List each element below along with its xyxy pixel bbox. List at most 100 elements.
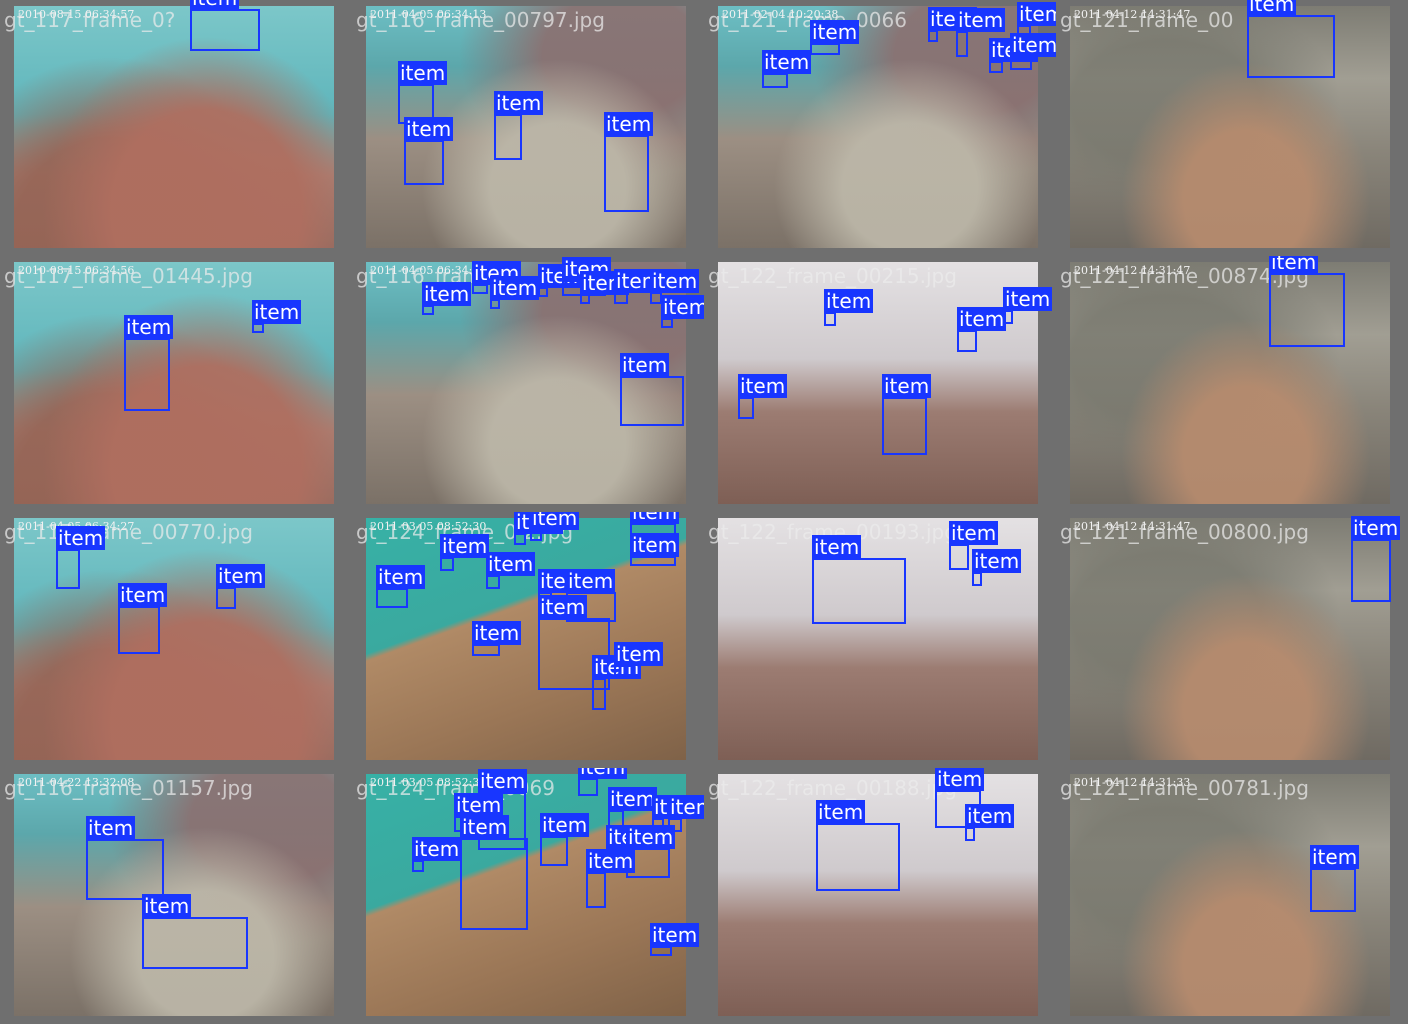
detection-label: item: [538, 595, 588, 619]
detection-label: item: [398, 61, 448, 85]
detection-box: item: [650, 923, 700, 956]
detection-box: item: [412, 837, 462, 872]
detection-label: item: [604, 112, 654, 136]
detection-label: item: [1351, 516, 1401, 540]
image-tile: gt_122_frame_00188.jpg item item item: [704, 768, 1056, 1024]
image-tile: 2011-03-05 08:52:30 gt_124_frame_0 2.jpg…: [352, 512, 704, 768]
detection-box: item: [1247, 0, 1335, 78]
detection-label: item: [142, 894, 192, 918]
detection-label: item: [540, 813, 590, 837]
detection-box: item: [530, 512, 580, 541]
detection-label: item: [472, 621, 522, 645]
image-tile: 2011-04-05 06:34:27 gt_117_frame_00770.j…: [0, 512, 352, 768]
detection-box: item: [1003, 287, 1053, 324]
detection-label: item: [1010, 33, 1056, 57]
detection-label: item: [586, 849, 636, 873]
detection-box: item: [472, 261, 522, 294]
detection-label: item: [56, 526, 106, 550]
image-caption: gt_117_frame_00770.jpg: [4, 520, 253, 544]
detection-box: item: [540, 813, 590, 866]
image-caption: gt_117_frame_01445.jpg: [4, 264, 253, 288]
detection-box: item: [957, 307, 1007, 352]
detection-box: item: [486, 552, 536, 589]
image-caption: gt_121_frame_00800.jpg: [1060, 520, 1309, 544]
detection-label: item: [404, 117, 454, 141]
detection-label: item: [1017, 2, 1056, 26]
detection-label: item: [965, 804, 1015, 828]
detection-box: item: [190, 0, 260, 51]
detection-label: item: [650, 923, 700, 947]
detection-box: item: [578, 768, 628, 796]
image-tile: 2010-08-15 06:34:56 gt_117_frame_01445.j…: [0, 256, 352, 512]
image-tile: 2011-04-05 06:34:13 gt_116_frame_00797.j…: [352, 0, 704, 256]
detection-box: item: [928, 7, 978, 42]
detection-box: item: [816, 800, 900, 891]
detection-box: item: [965, 804, 1015, 841]
image-tile: 2011-04-12 14:31:47 gt_121_frame_00 item: [1056, 0, 1408, 256]
underwater-photo: [1070, 6, 1390, 248]
detection-label: item: [486, 552, 536, 576]
detection-label: item: [630, 533, 680, 557]
detection-label: item: [812, 535, 862, 559]
detection-label: item: [478, 769, 528, 793]
detection-label: item: [118, 583, 168, 607]
detection-box: item: [989, 38, 1039, 73]
detection-box: item: [252, 300, 302, 333]
detection-box: item: [949, 521, 999, 570]
detection-label: item: [668, 795, 704, 819]
detection-box: item: [614, 269, 664, 304]
detection-label: item: [124, 315, 174, 339]
detection-label: item: [490, 276, 540, 300]
detection-box: item: [472, 621, 522, 656]
detection-label: item: [762, 50, 812, 74]
image-tile: gt_122_frame_00215.jpg item item item it…: [704, 256, 1056, 512]
detection-box: item: [460, 815, 528, 930]
image-tile: 2011-03-05 08:52:30 gt_124_frame_0069 it…: [352, 768, 704, 1024]
detection-box: item: [592, 655, 642, 710]
detection-box: item: [972, 549, 1022, 586]
detection-box: item: [762, 50, 812, 88]
detection-label: item: [650, 269, 700, 293]
detection-label: item: [608, 787, 658, 811]
detection-label: item: [376, 565, 426, 589]
detection-box: item: [620, 353, 684, 426]
detection-box: item: [86, 816, 164, 900]
detection-label: item: [216, 564, 266, 588]
detection-label: item: [252, 300, 302, 324]
detection-label: item: [626, 825, 676, 849]
underwater-photo: [1070, 518, 1390, 760]
detection-label: item: [957, 307, 1007, 331]
detection-box: item: [514, 512, 564, 545]
image-tile: 2011-04-05 06:34:13 gt_116_frame_0 item …: [352, 256, 704, 512]
image-tile: gt_122_frame_00193.jpg item item item: [704, 512, 1056, 768]
detection-label: item: [1269, 256, 1319, 274]
detection-label: item: [1310, 845, 1360, 869]
image-caption: gt_121_frame_00781.jpg: [1060, 776, 1309, 800]
detection-box: item: [118, 583, 168, 654]
detection-box: item: [604, 112, 654, 212]
image-caption: gt_122_frame_00188.jpg: [708, 776, 957, 800]
detection-box: item: [1310, 845, 1360, 912]
detection-label: item: [614, 642, 664, 666]
detection-label: item: [956, 8, 1006, 32]
detection-box: item: [124, 315, 174, 411]
detection-label: item: [810, 20, 860, 44]
image-tile: 2011-02-04 10:20:38 gt_121_frame_0066 it…: [704, 0, 1056, 256]
detection-label: item: [530, 512, 580, 530]
detection-label: item: [460, 815, 510, 839]
detection-label: item: [1247, 0, 1297, 16]
detection-box: item: [661, 295, 704, 328]
detection-box: item: [882, 374, 932, 455]
detection-label: item: [412, 837, 462, 861]
image-tile: 2011-04-12 14:31:47 gt_121_frame_00800.j…: [1056, 512, 1408, 768]
detection-box: item: [422, 282, 472, 315]
detection-label: item: [630, 512, 680, 524]
image-tile: 2011-04-12 14:31:33 gt_121_frame_00781.j…: [1056, 768, 1408, 1024]
image-tile: 2011-04-22 13:32:08 gt_116_frame_01157.j…: [0, 768, 352, 1024]
detection-box: item: [404, 117, 454, 185]
mosaic-grid: 2010-08-15 06:34:57 gt_117_frame_0? item…: [0, 0, 1408, 1024]
detection-box: item: [1010, 33, 1056, 70]
detection-label: item: [738, 374, 788, 398]
detection-label: item: [190, 0, 240, 10]
detection-label: item: [816, 800, 866, 824]
